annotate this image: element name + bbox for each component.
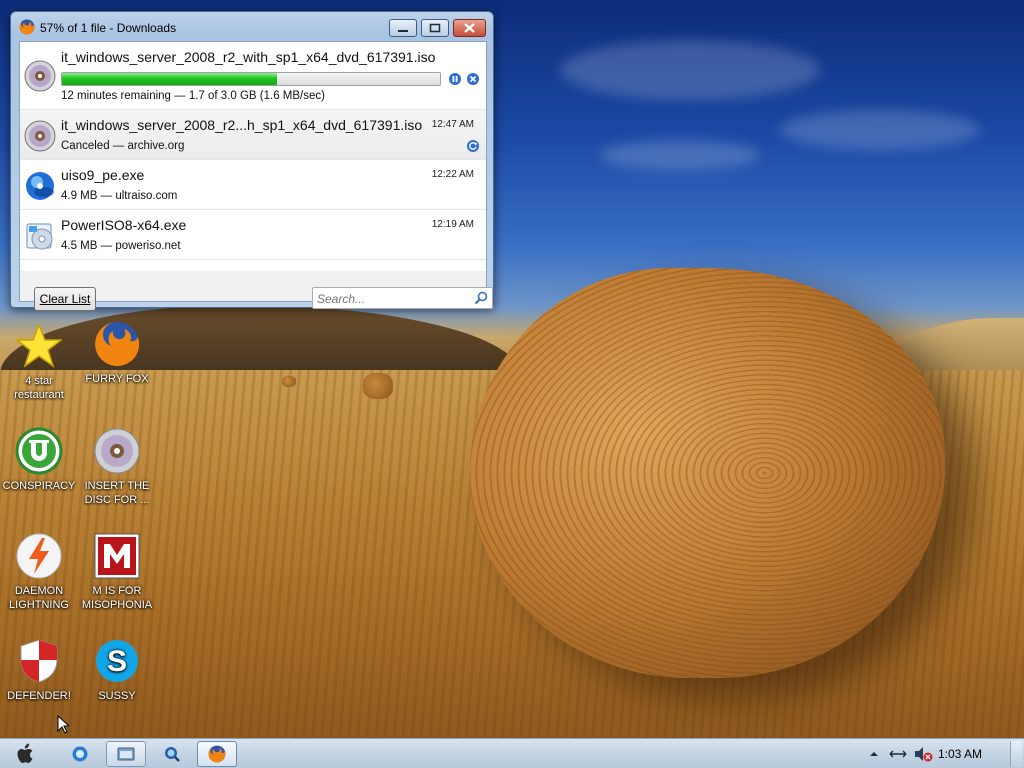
desktop-icon-defender[interactable]: DEFENDER! [0, 637, 78, 703]
network-icon [889, 750, 907, 758]
taskbar-search-app[interactable] [152, 741, 192, 767]
maximize-icon [429, 23, 441, 33]
download-time: 12:22 AM [431, 169, 474, 180]
firefox-icon [93, 320, 141, 368]
desktop-icon-label: M IS FOR MISOPHONIA [81, 585, 153, 611]
download-progress-bar [61, 72, 441, 86]
download-item-canceled[interactable]: it_windows_server_2008_r2...h_sp1_x64_dv… [20, 110, 486, 160]
explorer-icon [117, 747, 135, 761]
taskbar-explorer[interactable] [106, 741, 146, 767]
desktop-icon-disc[interactable]: INSERT THE DISC FOR ... [78, 427, 156, 507]
download-status: 4.5 MB — poweriso.net [61, 240, 181, 252]
apple-start-icon [17, 743, 33, 763]
clear-list-button[interactable]: Clear List [34, 287, 96, 311]
pause-button[interactable] [449, 73, 461, 85]
desktop-icon-label: CONSPIRACY [2, 480, 76, 492]
downloads-list[interactable]: it_windows_server_2008_r2_with_sp1_x64_d… [20, 42, 486, 271]
desktop-icon-utorrent[interactable]: CONSPIRACY [0, 427, 78, 493]
title-bar[interactable]: 57% of 1 file - Downloads [11, 12, 493, 42]
desktop-icon-firefox[interactable]: FURRY FOX [78, 320, 156, 386]
firefox-icon [19, 19, 35, 35]
downloads-panel: it_windows_server_2008_r2_with_sp1_x64_d… [19, 41, 493, 311]
downloads-window: 57% of 1 file - Downloads it_windows_ser… [10, 11, 494, 311]
skype-icon: S [93, 637, 141, 685]
disc-icon [93, 427, 141, 475]
taskbar-ie[interactable] [60, 741, 100, 767]
taskbar: 1:03 AM [0, 738, 1024, 768]
svg-text:S: S [107, 645, 127, 678]
shield-icon [15, 637, 63, 685]
desktop-icon-daemon[interactable]: DAEMON LIGHTNING [0, 532, 78, 612]
desktop-icon-label: 4 star restaurant [14, 375, 64, 401]
ie-icon [72, 746, 88, 762]
download-time: 12:19 AM [431, 219, 474, 230]
disc-icon [24, 120, 56, 152]
desktop-icon-label: DEFENDER! [7, 690, 71, 702]
show-hidden-icons-button[interactable] [868, 739, 880, 768]
download-filename: uiso9_pe.exe [61, 167, 145, 183]
disc-icon [24, 60, 56, 92]
download-time: 12:47 AM [431, 119, 474, 130]
download-item[interactable]: uiso9_pe.exe 12:22 AM 4.9 MB — ultraiso.… [20, 160, 486, 210]
maximize-button[interactable] [421, 19, 449, 37]
download-filename: it_windows_server_2008_r2_with_sp1_x64_d… [61, 49, 436, 65]
volume-muted-icon [915, 747, 933, 762]
desktop-icon-mcafee[interactable]: M IS FOR MISOPHONIA [78, 532, 156, 612]
desktop-icon-label: FURRY FOX [85, 373, 149, 385]
desktop-icon-skype[interactable]: S SUSSY [78, 637, 156, 703]
download-item-active[interactable]: it_windows_server_2008_r2_with_sp1_x64_d… [20, 42, 486, 110]
download-status: Canceled — archive.org [61, 140, 185, 152]
utorrent-icon [15, 427, 63, 475]
search-app-icon [165, 747, 180, 762]
close-icon [464, 23, 475, 33]
show-desktop-button[interactable] [1010, 741, 1022, 767]
start-button[interactable] [6, 741, 46, 767]
taskbar-clock[interactable]: 1:03 AM [938, 747, 982, 761]
download-progress-fill [62, 73, 278, 85]
daemon-tools-icon [15, 532, 63, 580]
download-status: 4.9 MB — ultraiso.com [61, 190, 178, 202]
retry-button[interactable] [467, 140, 479, 152]
download-filename: PowerISO8-x64.exe [61, 217, 187, 233]
download-item[interactable]: PowerISO8-x64.exe 12:19 AM 4.5 MB — powe… [20, 210, 486, 260]
minimize-icon [398, 30, 408, 32]
close-button[interactable] [453, 19, 486, 37]
mcafee-icon [93, 532, 141, 580]
cancel-button[interactable] [467, 73, 479, 85]
desktop-icon-star[interactable]: 4 star restaurant [0, 322, 78, 402]
volume-button[interactable] [913, 739, 933, 768]
ultraiso-icon [24, 170, 56, 202]
network-button[interactable] [888, 739, 908, 768]
download-status: 12 minutes remaining — 1.7 of 3.0 GB (1.… [61, 90, 325, 102]
minimize-button[interactable] [389, 19, 417, 37]
firefox-icon [208, 745, 226, 763]
taskbar-firefox[interactable] [197, 741, 237, 767]
search-box[interactable] [312, 287, 493, 309]
window-title: 57% of 1 file - Downloads [40, 21, 177, 35]
star-icon [15, 322, 63, 370]
desktop-icon-label: INSERT THE DISC FOR ... [84, 480, 150, 506]
pause-icon [452, 76, 458, 82]
download-filename: it_windows_server_2008_r2...h_sp1_x64_dv… [61, 117, 423, 133]
mouse-cursor-icon [57, 714, 71, 738]
search-input[interactable] [317, 290, 467, 307]
cancel-icon [469, 75, 477, 83]
search-icon[interactable] [474, 291, 488, 305]
retry-icon [469, 142, 477, 150]
poweriso-icon [24, 220, 56, 252]
desktop-icon-label: SUSSY [98, 690, 136, 702]
desktop-icon-label: DAEMON LIGHTNING [9, 585, 69, 611]
show-hidden-icon [870, 752, 878, 756]
